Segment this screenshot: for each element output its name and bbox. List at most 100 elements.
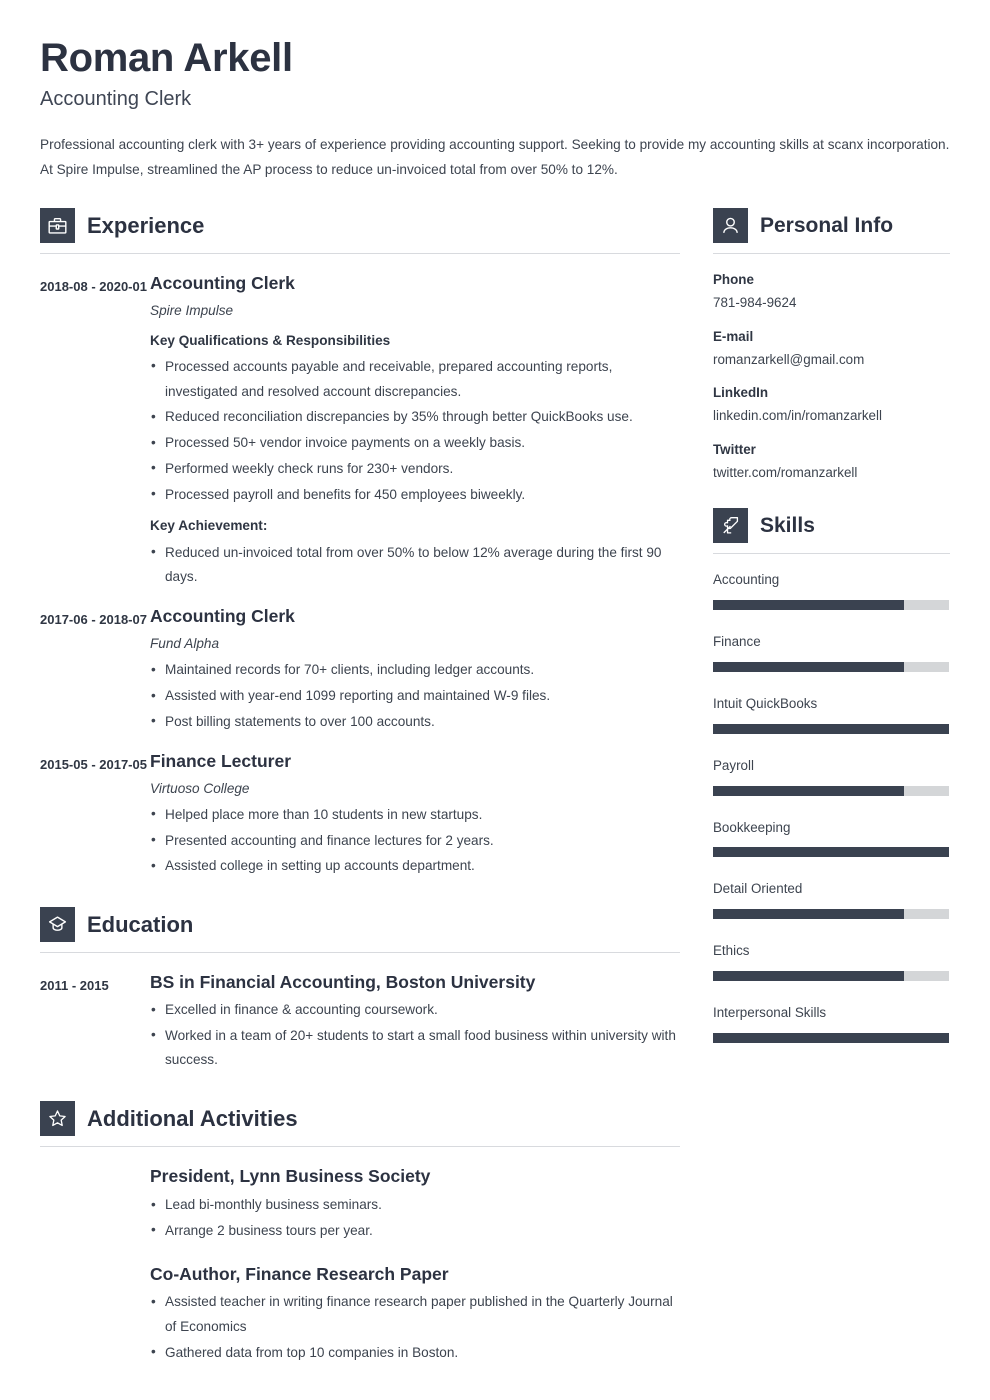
bullet-item: Processed 50+ vendor invoice payments on… <box>150 431 680 456</box>
activity-title: Co-Author, Finance Research Paper <box>150 1263 449 1284</box>
skill-name: Interpersonal Skills <box>713 1004 827 1020</box>
entry-bullets: Maintained records for 70+ clients, incl… <box>150 658 680 734</box>
info-value[interactable]: twitter.com/romanzarkell <box>713 463 950 482</box>
entry-organization: Spire Impulse <box>150 303 234 319</box>
entry-role: Accounting Clerk <box>150 606 295 627</box>
bullet-item: Post billing statements to over 100 acco… <box>150 709 680 735</box>
sidebar-column: Personal Info Phone 781-984-9624 E-mail … <box>713 208 950 1043</box>
activity-bullets: Assisted teacher in writing finance rese… <box>150 1290 680 1365</box>
personal-info-heading: Personal Info <box>713 208 950 255</box>
education-section: Education 2011 - 2015 BS in Financial Ac… <box>40 907 680 1073</box>
skill-item: Accounting <box>713 571 950 611</box>
entry-achievement-label: Key Achievement: <box>150 518 268 534</box>
info-item-phone: Phone 781-984-9624 <box>713 270 950 313</box>
activity-bullets: Lead bi-monthly business seminars. Arran… <box>150 1193 680 1243</box>
bullet-item: Gathered data from top 10 companies in B… <box>150 1340 680 1366</box>
activities-section: Additional Activities President, Lynn Bu… <box>40 1101 680 1365</box>
activity-title: President, Lynn Business Society <box>150 1166 431 1187</box>
skill-item: Ethics <box>713 942 950 981</box>
skill-bar <box>713 785 949 796</box>
skill-name: Intuit QuickBooks <box>713 695 818 711</box>
bullet-item: Lead bi-monthly business seminars. <box>150 1193 680 1218</box>
bullet-item: Assisted teacher in writing finance rese… <box>150 1290 680 1339</box>
info-item-twitter: Twitter twitter.com/romanzarkell <box>713 440 950 483</box>
bullet-item: Assisted college in setting up accounts … <box>150 854 680 879</box>
activity-item: Co-Author, Finance Research Paper Assist… <box>40 1264 680 1366</box>
info-value[interactable]: romanzarkell@gmail.com <box>713 350 950 369</box>
skill-name: Payroll <box>713 757 754 773</box>
experience-heading: Experience <box>40 208 680 255</box>
bullet-item: Assisted with year-end 1099 reporting an… <box>150 684 680 709</box>
skill-bar <box>713 1032 949 1043</box>
skill-bar-fill <box>713 847 949 858</box>
experience-entry: 2015-05 - 2017-05 Finance Lecturer Virtu… <box>40 751 680 879</box>
candidate-job-title: Accounting Clerk <box>40 87 192 110</box>
skill-bar-fill <box>713 723 949 734</box>
personal-info-list: Phone 781-984-9624 E-mail romanzarkell@g… <box>713 270 950 482</box>
entry-dates: 2015-05 - 2017-05 <box>40 756 147 772</box>
skills-list: Accounting Finance Intuit QuickBooks Pay… <box>713 571 950 1043</box>
bullet-item: Maintained records for 70+ clients, incl… <box>150 658 680 683</box>
skill-name: Detail Oriented <box>713 881 803 897</box>
skill-item: Payroll <box>713 757 950 796</box>
main-column: Experience 2018-08 - 2020-01 Accounting … <box>40 208 680 1365</box>
skill-item: Bookkeeping <box>713 819 950 858</box>
skill-bar <box>713 970 949 981</box>
skill-name: Accounting <box>713 572 780 588</box>
entry-dates: 2011 - 2015 <box>40 978 109 994</box>
entry-organization: Fund Alpha <box>150 636 220 652</box>
bullet-item: Performed weekly check runs for 230+ ven… <box>150 456 680 482</box>
bullet-item: Worked in a team of 20+ students to star… <box>150 1023 680 1073</box>
entry-sublabel: Key Qualifications & Responsibilities <box>150 332 391 348</box>
entry-body: Finance Lecturer Virtuoso College Helped… <box>150 751 680 879</box>
activities-title: Additional Activities <box>87 1105 298 1131</box>
resume-columns: Experience 2018-08 - 2020-01 Accounting … <box>40 208 950 1365</box>
entry-bullets: Excelled in finance & accounting coursew… <box>150 998 680 1073</box>
education-entries: 2011 - 2015 BS in Financial Accounting, … <box>40 972 680 1073</box>
skill-bar <box>713 723 949 734</box>
experience-entry: 2017-06 - 2018-07 Accounting Clerk Fund … <box>40 606 680 734</box>
skills-heading: Skills <box>713 508 950 555</box>
personal-info-section: Personal Info Phone 781-984-9624 E-mail … <box>713 208 950 482</box>
skills-title: Skills <box>760 514 815 538</box>
graduation-cap-icon <box>40 907 75 943</box>
skill-bar <box>713 661 949 672</box>
briefcase-icon <box>40 208 75 244</box>
skill-name: Ethics <box>713 943 750 959</box>
skill-bar-fill <box>713 661 905 672</box>
skill-name: Finance <box>713 634 761 650</box>
bullet-item: Excelled in finance & accounting coursew… <box>150 998 680 1023</box>
experience-entries: 2018-08 - 2020-01 Accounting Clerk Spire… <box>40 273 680 879</box>
entry-degree: BS in Financial Accounting, Boston Unive… <box>150 972 536 993</box>
skill-item: Detail Oriented <box>713 880 950 920</box>
resume-page: Roman Arkell Accounting Clerk Profession… <box>0 0 990 1400</box>
skill-item: Intuit QuickBooks <box>713 695 950 734</box>
entry-body: Accounting Clerk Fund Alpha Maintained r… <box>150 606 680 734</box>
info-label: LinkedIn <box>713 385 769 401</box>
entry-bullets: Helped place more than 10 students in ne… <box>150 802 680 879</box>
education-title: Education <box>87 911 194 937</box>
bullet-item: Processed payroll and benefits for 450 e… <box>150 482 680 508</box>
skill-bar-fill <box>713 600 905 611</box>
person-icon <box>713 208 748 244</box>
entry-dates: 2017-06 - 2018-07 <box>40 612 147 628</box>
info-label: Phone <box>713 272 754 288</box>
info-label: E-mail <box>713 328 754 344</box>
skill-item: Interpersonal Skills <box>713 1004 950 1043</box>
activities-entries: President, Lynn Business Society Lead bi… <box>40 1166 680 1365</box>
entry-role: Accounting Clerk <box>150 273 295 294</box>
experience-section: Experience 2018-08 - 2020-01 Accounting … <box>40 208 680 879</box>
skill-bar <box>713 600 949 611</box>
activity-item: President, Lynn Business Society Lead bi… <box>40 1166 680 1243</box>
skill-name: Bookkeeping <box>713 819 791 835</box>
entry-role: Finance Lecturer <box>150 750 292 771</box>
education-heading: Education <box>40 907 680 954</box>
info-value[interactable]: linkedin.com/in/romanzarkell <box>713 406 950 425</box>
bullet-item: Presented accounting and finance lecture… <box>150 828 680 854</box>
entry-bullets: Processed accounts payable and receivabl… <box>150 354 680 508</box>
resume-header: Roman Arkell Accounting Clerk Profession… <box>40 36 950 182</box>
bullet-item: Processed accounts payable and receivabl… <box>150 354 680 404</box>
bullet-item: Arrange 2 business tours per year. <box>150 1218 680 1244</box>
info-value[interactable]: 781-984-9624 <box>713 293 950 312</box>
bullet-item: Reduced reconciliation discrepancies by … <box>150 405 680 430</box>
